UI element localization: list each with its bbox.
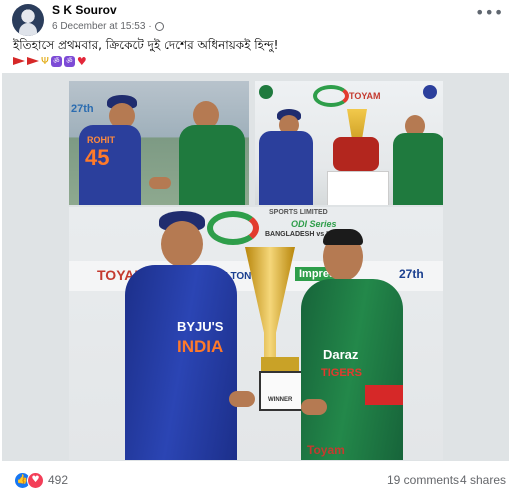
liton-jersey (179, 125, 245, 205)
author-name[interactable]: S K Sourov (52, 3, 117, 17)
om-icon: ॐ (63, 56, 75, 67)
toyam-logo-swirl (313, 85, 349, 107)
banner-27th: 27th (71, 103, 94, 115)
om-icon: ॐ (50, 56, 62, 67)
post-text: ইতিহাসে প্রথমবার, ক্রিকেটে দুই দেশের অধি… (13, 38, 279, 52)
trophy-plate (259, 371, 303, 411)
rohit-head (161, 221, 203, 267)
banner-27th: 27th (399, 267, 424, 281)
photo-trophy-presentation: SPORTS LIMITED ODI Series BANGLADESH vs … (69, 207, 443, 460)
globe-icon (154, 22, 164, 31)
flag-icon (13, 57, 25, 66)
post-timestamp[interactable]: 6 December at 15:53 (52, 21, 145, 32)
jersey-red-stripe (365, 385, 403, 405)
india-sponsor-byjus: BYJU'S (177, 319, 224, 334)
toyam-logo-swirl (207, 211, 259, 245)
photo-handshake: 27th ROHIT 45 (69, 81, 249, 205)
rohit-hand (229, 391, 255, 407)
liton-jersey (393, 133, 443, 205)
trophy-base (261, 357, 299, 371)
post-meta: 6 December at 15:53 · (52, 21, 164, 32)
sponsor-toyam: TOYAM (349, 91, 381, 101)
trophy-podium (327, 171, 389, 205)
india-crest-icon (423, 85, 437, 99)
share-count[interactable]: 4 shares (460, 473, 506, 487)
jersey-number: 45 (85, 145, 110, 170)
trophy-winner-text: WINNER (268, 397, 293, 403)
trophy-cup (245, 247, 295, 357)
trident-icon: Ψ (41, 56, 49, 67)
more-options-icon[interactable]: ••• (475, 5, 503, 21)
rohit-jersey (259, 131, 313, 205)
flag-icon (27, 57, 39, 66)
trophy-cloth (333, 137, 379, 171)
rohit-jersey (125, 265, 237, 460)
comment-count[interactable]: 19 comments (387, 473, 459, 487)
banner-toyam-bottom: Toyam (307, 443, 345, 457)
india-chest-text: INDIA (177, 337, 224, 356)
facebook-post: S K Sourov 6 December at 15:53 · ••• ইতি… (0, 0, 511, 497)
banner-odi-series: ODI Series (291, 219, 337, 229)
handshake (149, 177, 171, 189)
meta-separator: · (148, 21, 152, 32)
photo-trophy-stage: TOYAM (255, 81, 443, 205)
bangladesh-crest-icon (259, 85, 273, 99)
bangladesh-chest-text: TIGERS (321, 367, 362, 379)
banner-sports-limited: SPORTS LIMITED (269, 209, 328, 216)
heart-icon: ♥ (76, 55, 87, 68)
reaction-count[interactable]: 492 (48, 473, 68, 487)
liton-hand (301, 399, 327, 415)
reactions[interactable]: 👍 ♥ (14, 472, 44, 489)
liton-hair (323, 229, 363, 245)
post-emoji-row: Ψ ॐ ॐ ♥ (13, 56, 87, 67)
post-image[interactable]: 27th ROHIT 45 TOYAM SPORTS LIMITED ODI S… (2, 73, 509, 461)
bangladesh-sponsor-daraz: Daraz (323, 347, 359, 362)
jersey-name: ROHIT (87, 135, 115, 145)
author-avatar[interactable] (12, 4, 44, 36)
love-reaction-icon[interactable]: ♥ (27, 472, 44, 489)
